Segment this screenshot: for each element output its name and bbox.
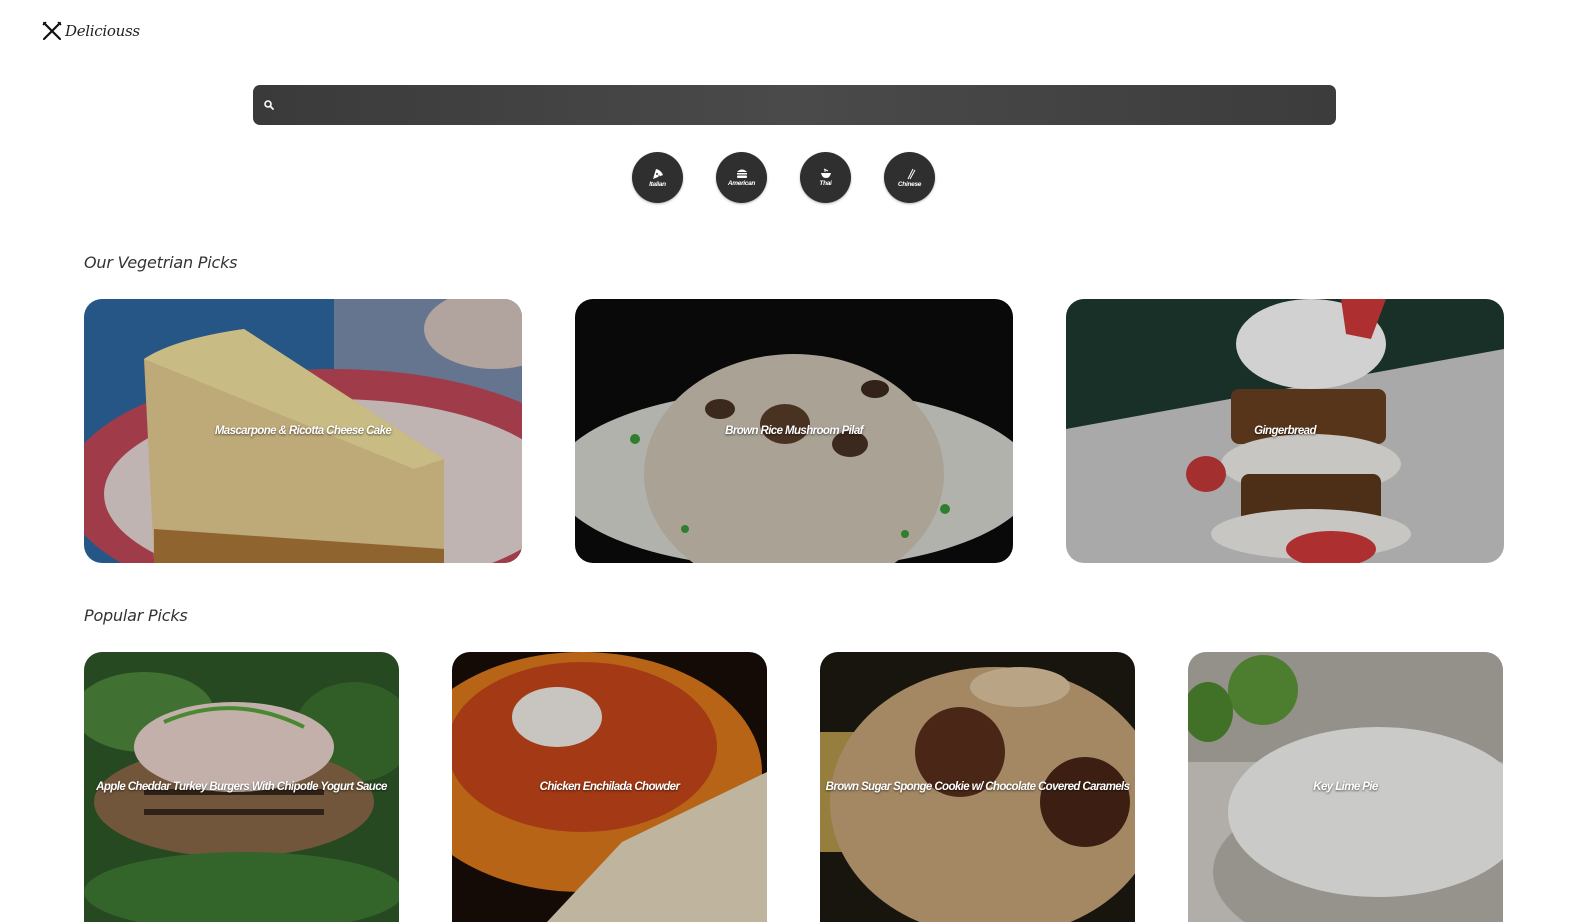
search-icon (264, 100, 274, 110)
recipe-title: Gingerbread (1254, 425, 1316, 437)
vegetarian-picks-heading: Our Vegetrian Picks (84, 253, 238, 272)
category-label: Chinese (897, 180, 922, 188)
category-italian[interactable]: Italian (632, 152, 683, 203)
recipe-title: Chicken Enchilada Chowder (539, 781, 680, 793)
category-thai[interactable]: Thai (800, 152, 851, 203)
brand-name: Deliciouss (65, 22, 140, 40)
recipe-title: Apple Cheddar Turkey Burgers With Chipot… (96, 781, 387, 793)
popular-picks-heading: Popular Picks (84, 606, 188, 625)
burger-icon (736, 169, 747, 178)
category-chinese[interactable]: Chinese (884, 152, 935, 203)
category-label: Italian (649, 180, 666, 188)
category-label: American (727, 180, 756, 187)
recipe-title: Mascarpone & Ricotta Cheese Cake (214, 425, 392, 437)
recipe-title: Brown Sugar Sponge Cookie w/ Chocolate C… (825, 781, 1130, 793)
recipe-card[interactable]: Apple Cheddar Turkey Burgers With Chipot… (84, 652, 399, 922)
vegetarian-picks-grid: Mascarpone & Ricotta Cheese Cake Brown R… (84, 299, 1504, 563)
recipe-card[interactable]: Key Lime Pie (1188, 652, 1503, 922)
category-label: Thai (819, 180, 832, 187)
pizza-icon (652, 168, 663, 179)
recipe-title: Key Lime Pie (1313, 781, 1378, 793)
recipe-title: Brown Rice Mushroom Pilaf (725, 425, 863, 437)
crossed-utensils-icon (42, 21, 62, 41)
recipe-card[interactable]: Brown Sugar Sponge Cookie w/ Chocolate C… (820, 652, 1135, 922)
recipe-card[interactable]: Chicken Enchilada Chowder (452, 652, 767, 922)
recipe-card[interactable]: Brown Rice Mushroom Pilaf (575, 299, 1013, 563)
search-input[interactable] (274, 84, 1336, 126)
category-american[interactable]: American (716, 152, 767, 203)
popular-picks-grid: Apple Cheddar Turkey Burgers With Chipot… (84, 652, 1503, 922)
recipe-card[interactable]: Gingerbread (1066, 299, 1504, 563)
bowl-icon (820, 168, 831, 178)
chopsticks-icon (907, 168, 915, 179)
brand-logo[interactable]: Deliciouss (41, 20, 140, 42)
recipe-card[interactable]: Mascarpone & Ricotta Cheese Cake (84, 299, 522, 563)
category-nav: Italian American Thai Chinese (632, 152, 935, 203)
search-bar[interactable] (253, 84, 1336, 126)
